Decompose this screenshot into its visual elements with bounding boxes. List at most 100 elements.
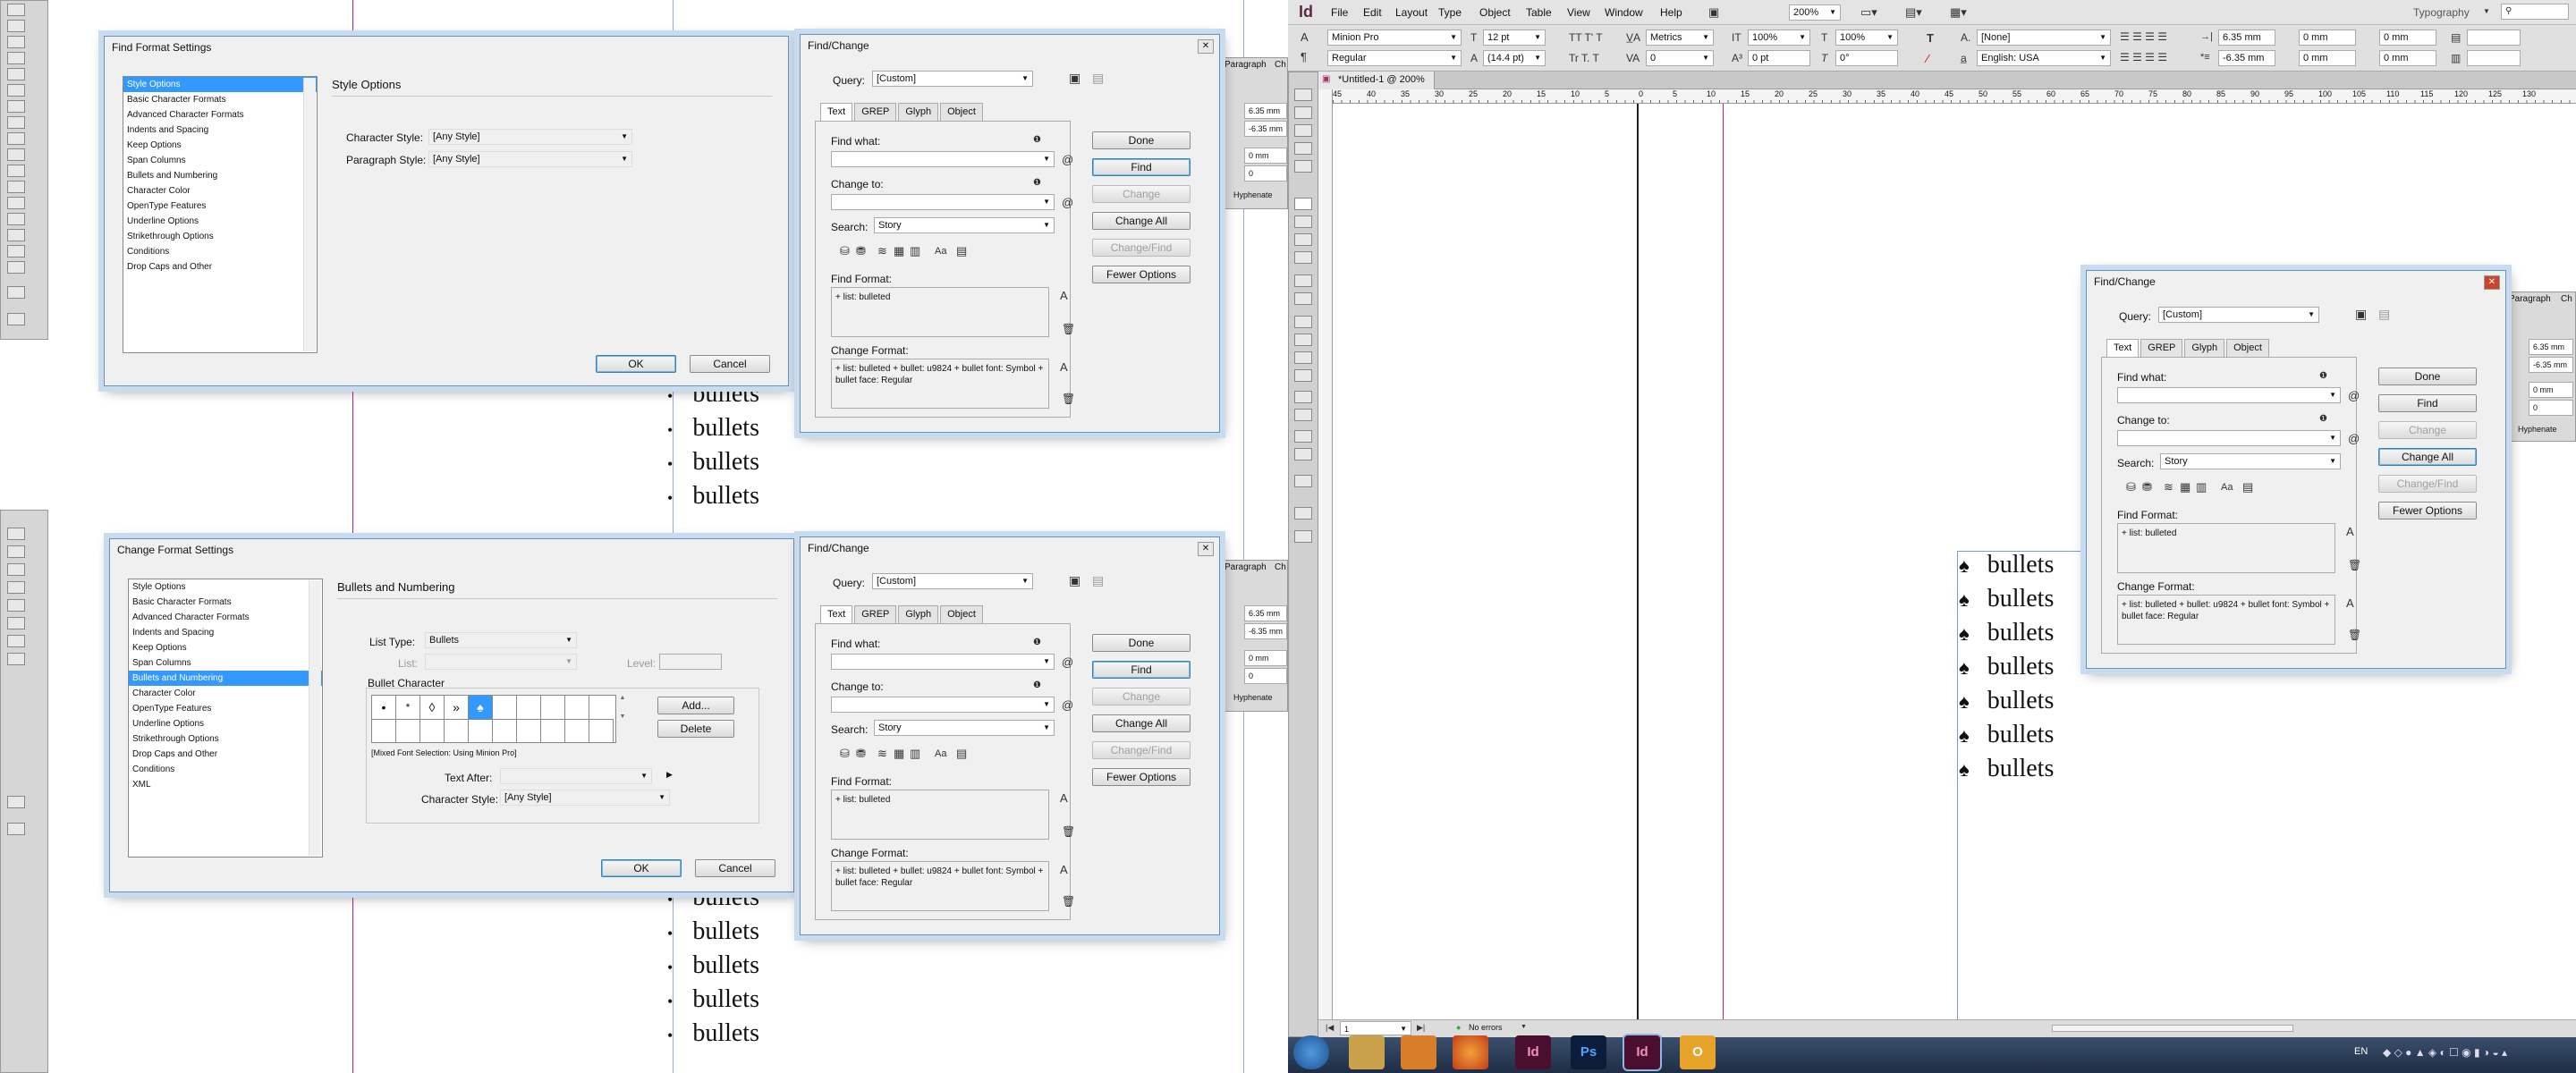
clear-find-format-icon[interactable]: 🗑 [2348,559,2361,571]
stroke-text-icon[interactable]: ⁄ [1927,52,1928,65]
drop-cap-chars-field[interactable] [2467,50,2521,66]
whole-word-icon[interactable]: ▤ [956,244,967,258]
rectangle-tool-icon-2[interactable] [7,581,25,594]
tab-text[interactable]: Text [820,103,853,121]
tab-grep[interactable]: GREP [854,103,897,121]
selection-tool-icon-2[interactable] [7,528,25,540]
change-format-box[interactable]: + list: bulleted + bullet: u9824 + bulle… [831,861,1049,911]
left-indent-field[interactable]: 6.35 mm [1244,103,1287,119]
bullet-grid-cell[interactable] [541,696,565,720]
menu-type[interactable]: Type [1438,6,1462,19]
change-format-box[interactable]: + list: bulleted + bullet: u9824 + bulle… [2117,595,2335,645]
page-tool-icon[interactable] [1294,124,1312,137]
special-chars-icon[interactable]: @ [2348,432,2360,445]
change-all-button[interactable]: Change All [1092,714,1191,732]
line-tool-icon[interactable] [1294,215,1312,228]
drop-cap-field-2[interactable]: 0 [1244,668,1287,684]
delete-query-icon[interactable]: ▤ [1092,71,1104,86]
screen-mode-icon[interactable]: ▤▾ [1905,5,1922,20]
category-item[interactable]: Basic Character Formats [129,595,322,610]
find-what-input[interactable]: ▼ [831,654,1055,670]
category-item[interactable]: Keep Options [129,640,322,655]
menu-layout[interactable]: Layout [1395,6,1428,19]
align-left-icon[interactable]: ☰ ☰ ☰ ☰ [2120,30,2167,43]
list-type-select[interactable]: Bullets ▼ [425,632,577,648]
level-stepper[interactable] [659,654,722,670]
clear-find-format-icon[interactable]: 🗑 [1062,825,1075,838]
first-line-indent-field-2[interactable]: -6.35 mm [1244,623,1287,639]
horizontal-scrollbar[interactable] [2052,1025,2293,1032]
special-chars-icon[interactable]: @ [1062,153,1073,166]
change-to-input[interactable]: ▼ [831,697,1055,713]
bullet-grid-cell-selected[interactable]: ♠ [469,696,493,720]
whole-word-icon[interactable]: ▤ [2242,480,2253,494]
rectangle-frame-tool-icon[interactable] [1294,275,1312,287]
change-format-box[interactable]: + list: bulleted + bullet: u9824 + bulle… [831,359,1049,409]
category-item[interactable]: Bullets and Numbering [129,671,322,686]
indesign-taskbar-icon-2[interactable]: Id [1624,1035,1660,1069]
workspace-chevron-icon[interactable]: ▼ [2483,7,2490,15]
view-mode-icon-2[interactable] [7,823,25,835]
specify-find-format-icon[interactable]: A [1060,289,1068,302]
cancel-button[interactable]: Cancel [695,859,775,877]
tab-text[interactable]: Text [820,605,853,623]
list-select[interactable]: ▼ [425,654,577,670]
close-icon[interactable]: ✕ [1198,39,1214,54]
include-locked-layers-icon[interactable]: ⛁ [840,747,850,761]
change-button[interactable]: Change [2378,421,2477,439]
panel-tab-char[interactable]: Ch [1275,60,1286,70]
tab-object[interactable]: Object [940,103,983,121]
hyphenate-checkbox[interactable]: Hyphenate [1233,190,1273,199]
category-scrollbar[interactable] [303,78,316,351]
font-family-select[interactable]: Minion Pro ▼ [1327,30,1462,46]
special-chars-icon[interactable]: @ [1062,698,1073,712]
hyphenate-checkbox[interactable]: Hyphenate [2518,425,2557,434]
character-style-select[interactable]: [Any Style] ▼ [428,129,632,145]
character-style-select[interactable]: [None] ▼ [1977,30,2111,46]
free-transform-tool-icon[interactable] [7,181,25,193]
first-line-indent-field[interactable]: -6.35 mm [2529,357,2573,373]
bullet-grid-cell[interactable] [589,696,614,720]
rectangle-tool-icon[interactable] [7,148,25,161]
pen-tool-icon-2[interactable] [7,563,25,576]
save-query-icon[interactable]: ▣ [1069,71,1080,86]
language-select[interactable]: English: USA ▼ [1977,50,2111,66]
next-page-icon[interactable]: ▶| [1417,1023,1425,1033]
tab-glyph[interactable]: Glyph [898,103,939,121]
language-indicator[interactable]: EN [2354,1046,2368,1057]
search-select[interactable]: Story ▼ [874,217,1055,233]
whole-word-icon[interactable]: ▤ [956,747,967,761]
cancel-button[interactable]: Cancel [690,355,770,373]
category-item[interactable]: OpenType Features [129,701,322,716]
space-before-field-2[interactable]: 0 mm [1244,650,1287,666]
preflight-chevron-icon[interactable]: ▼ [1521,1024,1527,1030]
tab-object[interactable]: Object [2226,339,2269,357]
view-options-icon[interactable]: ▭▾ [1860,5,1877,20]
include-footnotes-icon[interactable]: ▥ [910,747,920,761]
type-tool-icon[interactable] [7,68,25,80]
hand-tool-icon[interactable] [1294,430,1312,443]
first-line-indent-field[interactable]: -6.35 mm [2218,50,2275,66]
find-format-box[interactable]: + list: bulleted [831,790,1049,840]
category-item[interactable]: Span Columns [129,655,322,671]
category-item[interactable]: Span Columns [123,153,317,168]
ok-button[interactable]: OK [596,355,676,373]
special-chars-icon[interactable]: @ [1062,196,1073,209]
delete-bullet-button[interactable]: Delete [657,720,734,738]
clear-find-format-icon[interactable]: 🗑 [1062,323,1075,335]
fill-stroke-icon-2[interactable] [7,796,25,808]
menu-edit[interactable]: Edit [1363,6,1382,19]
save-query-icon[interactable]: ▣ [1069,573,1080,588]
paragraph-style-select[interactable]: [Any Style] ▼ [428,151,632,167]
category-item[interactable]: XML [129,777,322,792]
photoshop-taskbar-icon[interactable]: Ps [1571,1035,1606,1069]
category-list[interactable]: Style Options Basic Character Formats Ad… [123,76,318,353]
justify-icon[interactable]: ☰ ☰ ☰ ☰ [2120,51,2167,63]
category-item[interactable]: Keep Options [123,138,317,153]
include-hidden-layers-icon[interactable]: ≋ [877,747,887,761]
find-what-input[interactable]: ▼ [831,151,1055,167]
include-locked-layers-icon[interactable]: ⛁ [2126,480,2136,494]
drop-cap-lines-field[interactable] [2467,30,2521,46]
indesign-taskbar-icon-1[interactable]: Id [1515,1035,1551,1069]
apply-color-icon[interactable] [1294,507,1312,520]
